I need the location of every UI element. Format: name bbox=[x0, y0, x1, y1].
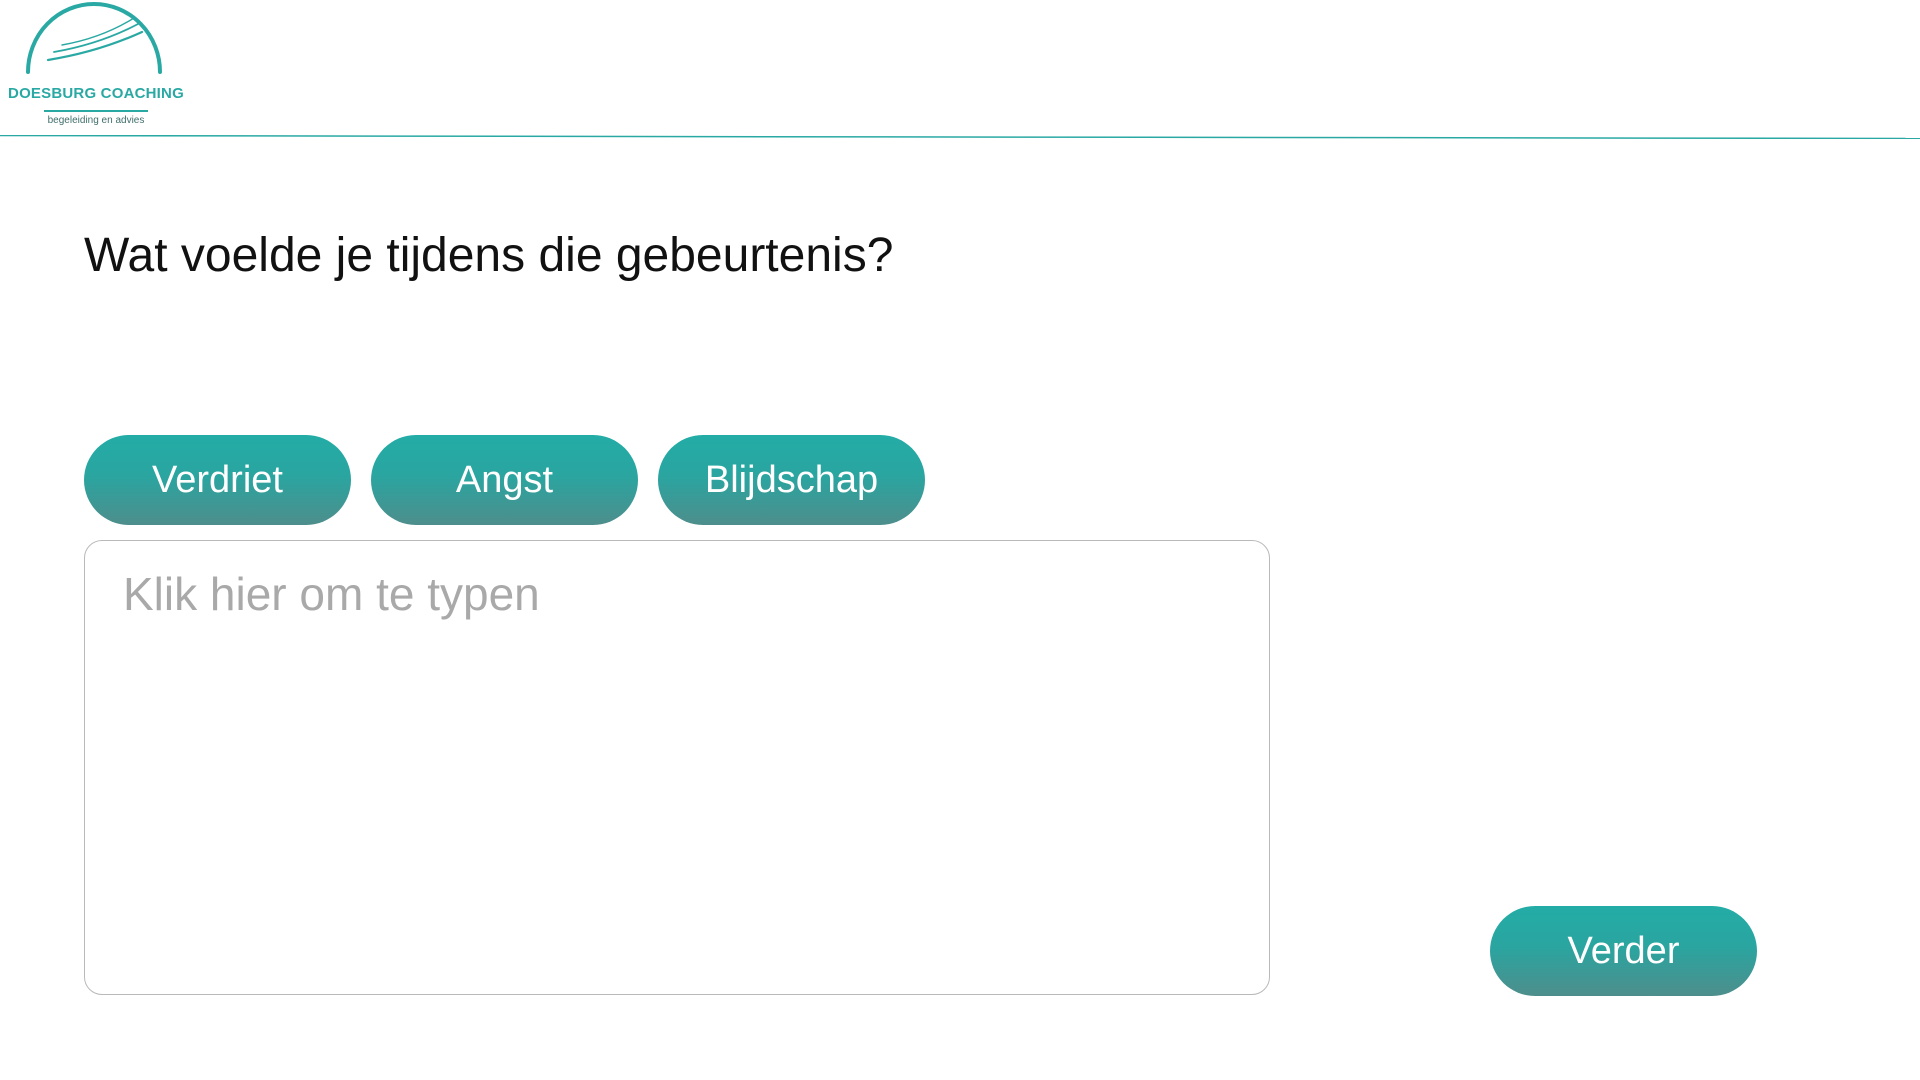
emotion-option-angst[interactable]: Angst bbox=[371, 435, 638, 525]
brand-logo: DOESBURG COACHING begeleiding en advies bbox=[8, 0, 184, 132]
brand-divider bbox=[44, 110, 148, 112]
header-divider bbox=[0, 135, 1920, 139]
question-title: Wat voelde je tijdens die gebeurtenis? bbox=[84, 229, 894, 282]
arch-swoosh-icon bbox=[26, 2, 162, 74]
emotion-option-verdriet[interactable]: Verdriet bbox=[84, 435, 351, 525]
brand-tagline: begeleiding en advies bbox=[47, 115, 145, 126]
emotion-options: Verdriet Angst Blijdschap bbox=[84, 435, 925, 525]
answer-field-container bbox=[84, 540, 1270, 995]
next-button[interactable]: Verder bbox=[1490, 906, 1757, 996]
emotion-option-blijdschap[interactable]: Blijdschap bbox=[658, 435, 925, 525]
brand-name: DOESBURG COACHING bbox=[8, 85, 184, 102]
answer-input[interactable] bbox=[84, 540, 1270, 995]
page: DOESBURG COACHING begeleiding en advies … bbox=[0, 0, 1920, 1080]
